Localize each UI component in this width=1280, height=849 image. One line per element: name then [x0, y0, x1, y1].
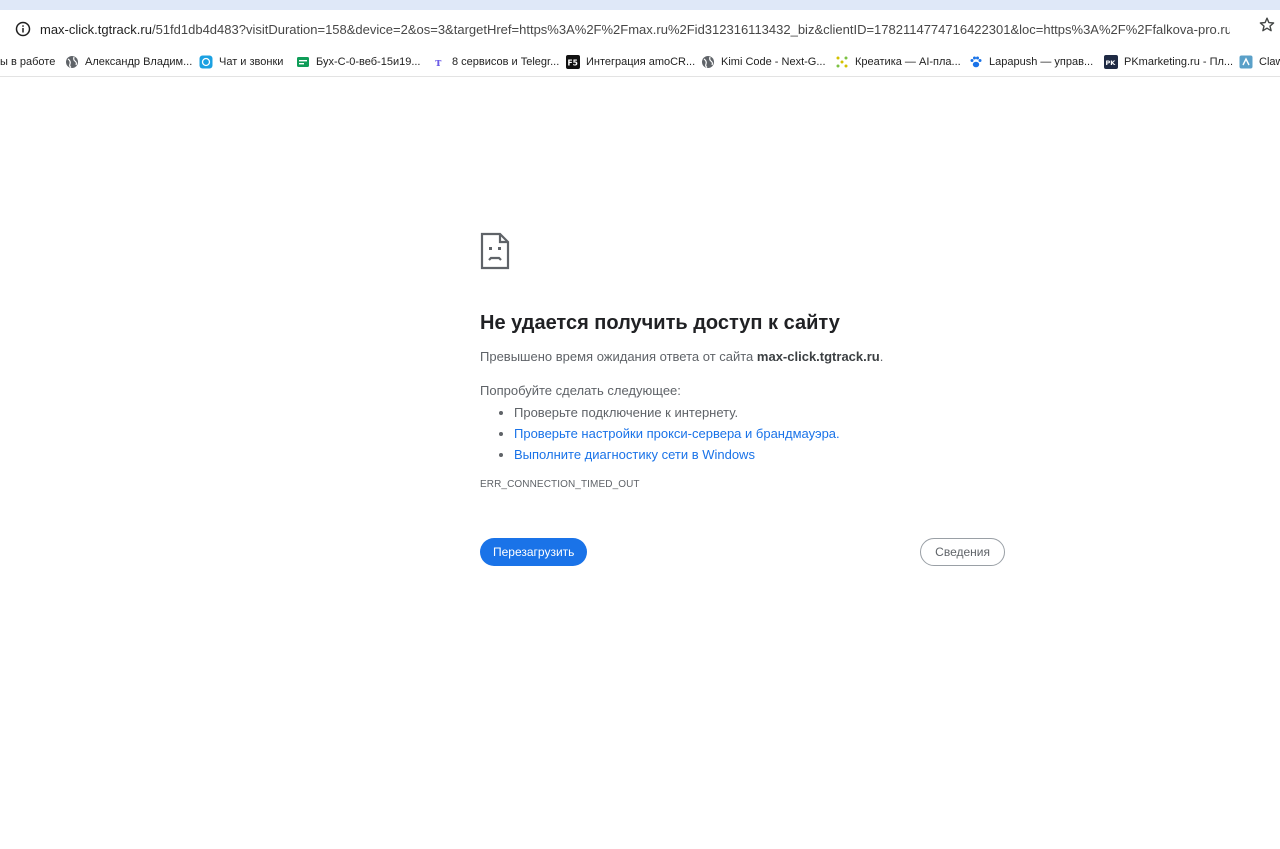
suggestion-check-proxy: Проверьте настройки прокси-сервера и бра… [514, 423, 1005, 444]
bookmark-item[interactable]: Чат и звонки [199, 48, 283, 76]
f5-icon: F5 [566, 55, 580, 69]
subtitle-suffix: . [879, 349, 884, 364]
bookmark-label: PKmarketing.ru - Пл... [1124, 56, 1234, 68]
proxy-firewall-link[interactable]: Проверьте настройки прокси-сервера и бра… [514, 426, 840, 441]
bookmark-label: ы в работе [0, 56, 56, 68]
bookmark-star-icon[interactable] [1258, 16, 1276, 34]
bookmark-label: Креатика — AI-пла... [855, 56, 961, 68]
error-subtitle: Превышено время ожидания ответа от сайта… [480, 349, 1005, 365]
suggestion-check-connection: Проверьте подключение к интернету. [514, 402, 1005, 423]
svg-text:т: т [435, 56, 442, 69]
kreatika-icon [835, 55, 849, 69]
svg-text:PK: PK [1106, 59, 1117, 67]
url-text[interactable]: max-click.tgtrack.ru/51fd1db4d483?visitD… [40, 22, 1230, 37]
error-page: Не удается получить доступ к сайту Превы… [480, 232, 1005, 568]
bookmark-item[interactable]: Kimi Code - Next-G... [701, 48, 826, 76]
bookmark-item[interactable]: ы в работе [0, 48, 55, 76]
bookmark-item[interactable]: Александр Владим... [65, 48, 192, 76]
url-host: max-click.tgtrack.ru [40, 21, 152, 37]
toolbar: max-click.tgtrack.ru/51fd1db4d483?visitD… [0, 10, 1280, 48]
bookmark-label: Чат и звонки [219, 56, 284, 68]
details-button[interactable]: Сведения [920, 538, 1005, 566]
globe-icon [701, 55, 715, 69]
bookmark-label: Claw [1259, 56, 1280, 68]
reload-button[interactable]: Перезагрузить [480, 538, 588, 566]
pk-icon: PK [1104, 55, 1118, 69]
url-path: /51fd1db4d483?visitDuration=158&device=2… [151, 21, 1230, 37]
bookmark-label: Бух-С-0-веб-15и19... [316, 56, 421, 68]
suggestions-heading: Попробуйте сделать следующее: [480, 383, 681, 398]
bookmark-label: Lapapush — управ... [989, 56, 1094, 68]
bookmark-label: Интеграция amoCR... [586, 56, 696, 68]
paw-icon [969, 55, 983, 69]
claw-icon [1239, 55, 1253, 69]
bookmark-item[interactable]: Креатика — AI-пла... [835, 48, 961, 76]
bookmark-item[interactable]: Бух-С-0-веб-15и19... [296, 48, 421, 76]
bookmark-item[interactable]: PK PKmarketing.ru - Пл... [1104, 48, 1233, 76]
subtitle-prefix: Превышено время ожидания ответа от сайта [480, 349, 757, 364]
network-diagnostics-link[interactable]: Выполните диагностику сети в Windows [514, 447, 755, 462]
bookmark-label: Александр Владим... [85, 56, 193, 68]
suggestions-list: Проверьте подключение к интернету. Прове… [480, 402, 1005, 465]
bookmark-item[interactable]: F5 Интеграция amoCR... [566, 48, 695, 76]
browser-top-strip [0, 0, 1280, 10]
globe-icon [65, 55, 79, 69]
bookmark-item[interactable]: Claw [1239, 48, 1280, 76]
address-bar[interactable]: max-click.tgtrack.ru/51fd1db4d483?visitD… [6, 14, 1258, 44]
error-code: ERR_CONNECTION_TIMED_OUT [480, 479, 640, 490]
bookmark-label: 8 сервисов и Telegr... [452, 56, 560, 68]
telegraph-icon: т [432, 55, 446, 69]
sad-page-icon [480, 232, 510, 270]
subtitle-host: max-click.tgtrack.ru [756, 349, 880, 364]
error-title: Не удается получить доступ к сайту [480, 312, 840, 334]
button-row: Перезагрузить Сведения [480, 538, 1005, 568]
svg-text:F5: F5 [568, 59, 578, 68]
bookmark-label: Kimi Code - Next-G... [721, 56, 826, 68]
sheets-icon [296, 55, 310, 69]
chat-icon [199, 55, 213, 69]
bookmarks-bar: ы в работе Александр Владим... Чат и звонк… [0, 48, 1280, 77]
info-circle-icon[interactable] [15, 21, 31, 37]
suggestion-network-diagnostics: Выполните диагностику сети в Windows [514, 444, 1005, 465]
bookmark-item[interactable]: т 8 сервисов и Telegr... [432, 48, 559, 76]
suggestion-text: Проверьте подключение к интернету. [514, 405, 739, 420]
bookmark-item[interactable]: Lapapush — управ... [969, 48, 1093, 76]
